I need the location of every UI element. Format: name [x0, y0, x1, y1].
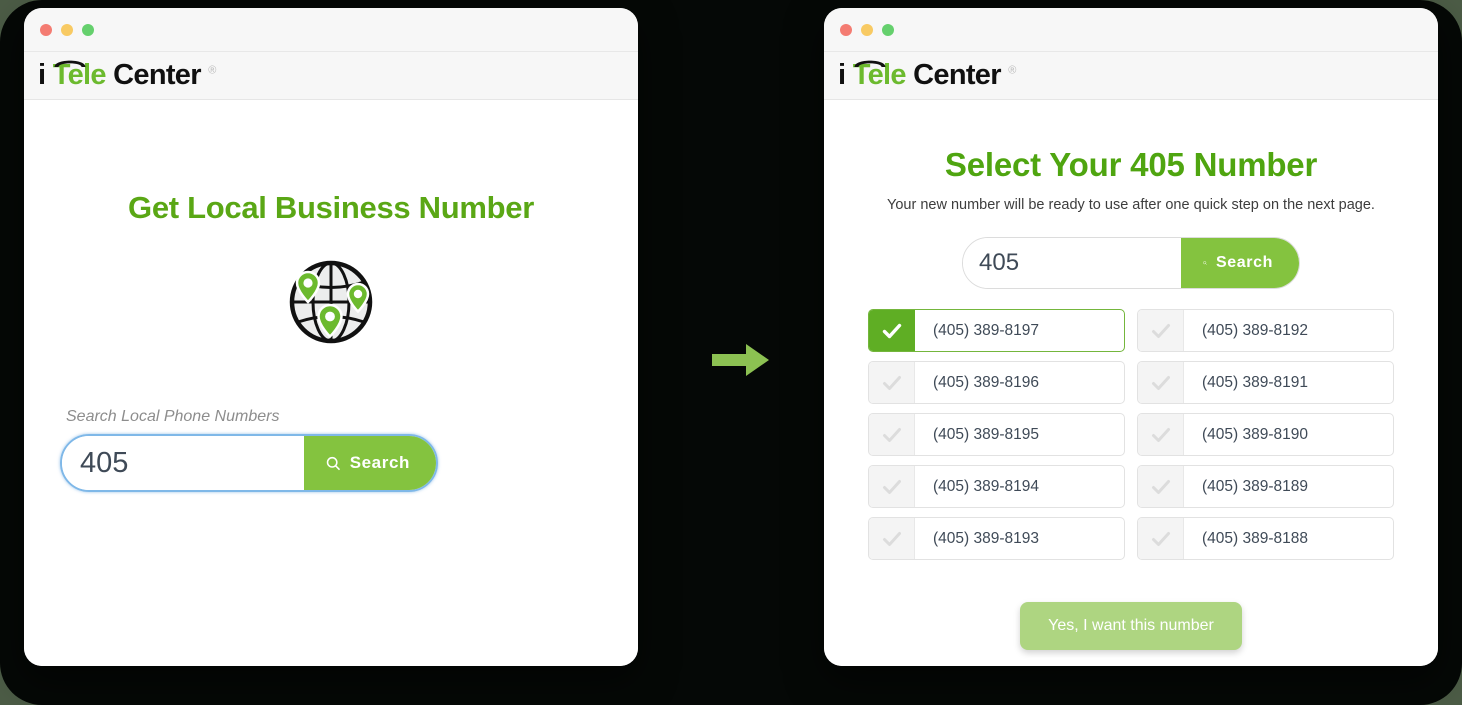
phone-number-label: (405) 389-8188 [1202, 529, 1308, 547]
phone-number-row[interactable]: (405) 389-8190 [1137, 413, 1394, 456]
minimize-dot[interactable] [61, 23, 73, 36]
phone-number-list: (405) 389-8197 (405) 389-8192 (405) 389-81… [868, 309, 1394, 560]
check-icon [1151, 323, 1170, 338]
search-field-label: Search Local Phone Numbers [66, 408, 280, 425]
phone-number-label: (405) 389-8197 [933, 321, 1039, 339]
right-window-titlebar [824, 8, 1438, 52]
dark-stage-panel: i Tele Center ® Get Local Business Numbe… [0, 0, 1462, 705]
right-browser-window: i Tele Center ® Select Your 405 Number Y… [824, 8, 1438, 666]
globe-illustration-wrap [58, 252, 604, 350]
search-field-block: Search Local Phone Numbers Search [58, 408, 604, 492]
phone-number-label: (405) 389-8190 [1202, 425, 1308, 443]
left-browser-window: i Tele Center ® Get Local Business Numbe… [24, 8, 638, 666]
check-icon [882, 375, 901, 390]
phone-number-label: (405) 389-8189 [1202, 477, 1308, 495]
phone-number-label: (405) 389-8191 [1202, 373, 1308, 391]
check-icon [1151, 479, 1170, 494]
logo-part-center: Center [913, 59, 1001, 91]
checkbox-checked[interactable] [869, 310, 915, 351]
right-window-content: Select Your 405 Number Your new number w… [824, 146, 1438, 666]
close-dot[interactable] [40, 23, 52, 36]
phone-number-label: (405) 389-8196 [933, 373, 1039, 391]
checkbox-unchecked[interactable] [869, 362, 915, 403]
checkbox-unchecked[interactable] [1138, 518, 1184, 559]
check-icon [882, 479, 901, 494]
phone-number-label: (405) 389-8192 [1202, 321, 1308, 339]
itelecenter-logo[interactable]: i Tele Center ® [38, 61, 216, 90]
check-icon [1151, 375, 1170, 390]
phone-number-row[interactable]: (405) 389-8196 [868, 361, 1125, 404]
search-bar[interactable]: Search [60, 434, 438, 492]
checkbox-unchecked[interactable] [869, 518, 915, 559]
check-icon [882, 323, 902, 338]
checkbox-unchecked[interactable] [1138, 310, 1184, 351]
left-window-titlebar [24, 8, 638, 52]
check-icon [1151, 531, 1170, 546]
phone-number-label: (405) 389-8194 [933, 477, 1039, 495]
check-icon [1151, 427, 1170, 442]
search-button[interactable]: Search [304, 436, 436, 490]
logo-part-center: Center [113, 59, 201, 91]
left-logo-bar: i Tele Center ® [24, 52, 638, 100]
search-input[interactable] [62, 436, 304, 490]
phone-number-row[interactable]: (405) 389-8191 [1137, 361, 1394, 404]
page-title: Get Local Business Number [128, 190, 534, 225]
close-dot[interactable] [840, 23, 852, 36]
phone-number-label: (405) 389-8193 [933, 529, 1039, 547]
logo-part-i: i [838, 59, 846, 91]
phone-number-row[interactable]: (405) 389-8195 [868, 413, 1125, 456]
phone-number-row[interactable]: (405) 389-8197 [868, 309, 1125, 352]
logo-registered-mark: ® [208, 64, 216, 77]
phone-number-row[interactable]: (405) 389-8192 [1137, 309, 1394, 352]
checkbox-unchecked[interactable] [869, 414, 915, 455]
globe-with-location-pins-icon [289, 260, 373, 344]
phone-number-row[interactable]: (405) 389-8189 [1137, 465, 1394, 508]
select-number-subtitle: Your new number will be ready to use aft… [887, 197, 1375, 213]
search-icon [326, 456, 341, 470]
itelecenter-logo[interactable]: i Tele Center ® [838, 61, 1016, 90]
confirm-number-button[interactable]: Yes, I want this number [1020, 602, 1242, 650]
left-window-content: Get Local Business Number Search Local P… [24, 100, 638, 666]
maximize-dot[interactable] [82, 23, 94, 36]
logo-registered-mark: ® [1008, 64, 1016, 77]
checkbox-unchecked[interactable] [1138, 362, 1184, 403]
phone-number-row[interactable]: (405) 389-8193 [868, 517, 1125, 560]
checkbox-unchecked[interactable] [869, 466, 915, 507]
phone-number-row[interactable]: (405) 389-8194 [868, 465, 1125, 508]
maximize-dot[interactable] [882, 23, 894, 36]
arrow-right-icon [712, 344, 769, 376]
phone-handset-icon [54, 60, 86, 67]
search-button-label: Search [1216, 254, 1273, 271]
search-button-label: Search [349, 453, 410, 472]
right-logo-bar: i Tele Center ® [824, 52, 1438, 100]
minimize-dot[interactable] [861, 23, 873, 36]
checkbox-unchecked[interactable] [1138, 414, 1184, 455]
phone-number-label: (405) 389-8195 [933, 425, 1039, 443]
search-button[interactable]: Search [1181, 238, 1299, 288]
cta-wrap: Yes, I want this number [868, 602, 1394, 650]
search-icon [1203, 261, 1207, 265]
search-input[interactable] [963, 238, 1181, 288]
check-icon [882, 427, 901, 442]
select-number-title: Select Your 405 Number [944, 146, 1318, 183]
checkbox-unchecked[interactable] [1138, 466, 1184, 507]
phone-number-row[interactable]: (405) 389-8188 [1137, 517, 1394, 560]
phone-handset-icon [854, 60, 886, 67]
check-icon [882, 531, 901, 546]
logo-part-i: i [38, 59, 46, 91]
search-bar[interactable]: Search [962, 237, 1300, 289]
